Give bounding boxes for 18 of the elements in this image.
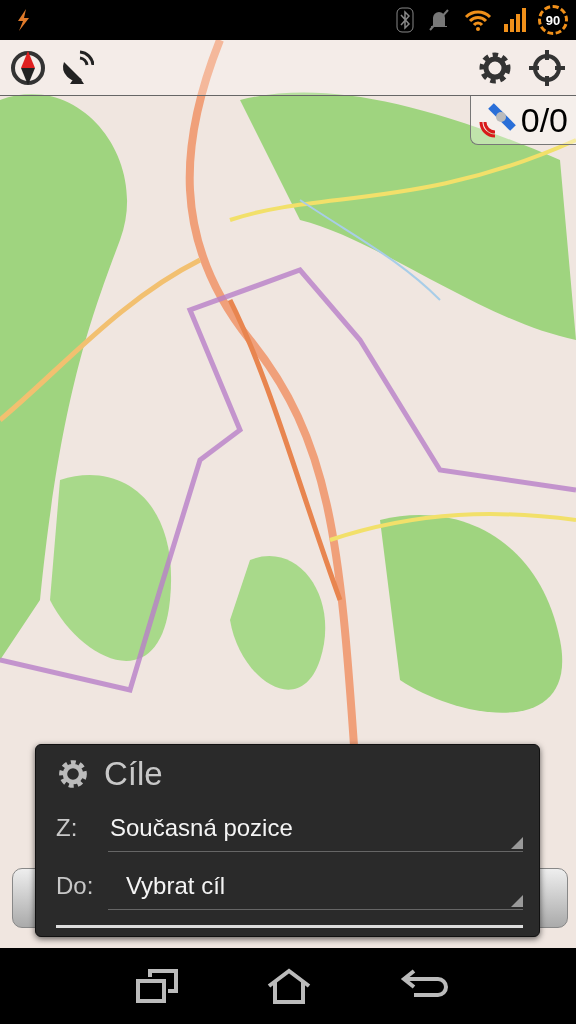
dropdown-field[interactable]: Současná pozice — [108, 804, 523, 852]
field-label: Z: — [56, 814, 79, 842]
gps-status-panel[interactable]: 0/0 — [469, 96, 576, 145]
settings-icon — [56, 757, 90, 791]
bluetooth-icon — [396, 7, 414, 33]
satellite-dish-icon[interactable] — [60, 49, 94, 86]
signal-icon — [504, 8, 526, 32]
wifi-icon — [464, 9, 492, 31]
dropdown-field[interactable]: Vybrat cíl — [108, 862, 523, 910]
battery-level: 90 — [538, 5, 568, 35]
muted-bell-icon — [426, 8, 452, 32]
dropdown-corner-icon — [511, 894, 523, 907]
dropdown-corner-icon — [511, 836, 523, 849]
gps-count: 0/0 — [520, 100, 568, 140]
crosshair-icon[interactable] — [528, 48, 566, 87]
lightning-icon — [16, 9, 30, 31]
field-label: Do: — [56, 872, 95, 900]
dialog-title: Cíle — [104, 755, 163, 793]
